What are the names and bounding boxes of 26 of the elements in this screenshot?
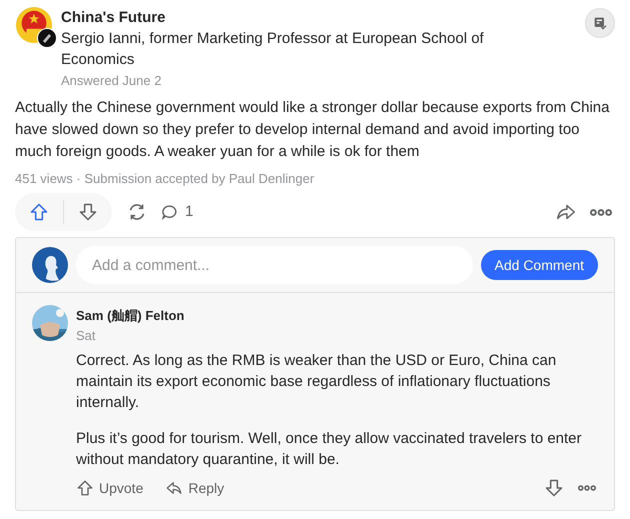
answer-stats: 451 views · Submission accepted by Paul Denlinger: [15, 170, 316, 188]
comment-field[interactable]: Add a comment...: [76, 246, 473, 284]
downvote-icon: [78, 202, 98, 222]
upvote-icon: [29, 202, 49, 222]
more-icon: [578, 485, 596, 491]
badge-icon: [37, 28, 57, 48]
space-name[interactable]: China's Future: [61, 8, 579, 28]
user-avatar-icon: [32, 247, 68, 283]
downvote-icon: [544, 478, 564, 498]
speech-bubble-icon: [160, 202, 179, 222]
comment-paragraph: Correct. As long as the RMB is weaker than the USD or Euro, China can maintain its export economic base regardless of inflationary fluctuations internally.: [76, 351, 558, 413]
more-icon: [590, 208, 612, 216]
add-comment-button[interactable]: Add Comment: [480, 250, 598, 280]
upvote-button[interactable]: Upvote: [76, 478, 144, 498]
comment-paragraph: Plus it’s good for tourism. Well, once they allow vaccinated travelers to enter without mandatory quarantine, it will be.: [76, 429, 583, 470]
reply-arrow-icon: [165, 479, 184, 497]
document-check-icon: [592, 15, 608, 31]
answer-date[interactable]: Answered June 2: [61, 71, 579, 91]
commenter-name[interactable]: Sam (舢艒) Felton: [76, 307, 598, 325]
comments-button[interactable]: 1: [160, 200, 194, 224]
author-credential[interactable]: Sergio Ianni, former Marketing Professor at European School of Economics: [61, 28, 579, 70]
upvote-icon: [76, 479, 94, 497]
answer-text: Actually the Chinese government would like a stronger dollar because exports from China have slowed down so they prefer to develop internal demand and avoid importing too much foreign goods. A weaker yuan for a while is ok for them: [15, 98, 610, 162]
reply-button[interactable]: Reply: [165, 478, 224, 498]
comment-date: Sat: [76, 327, 97, 345]
follow-button[interactable]: [585, 8, 615, 38]
